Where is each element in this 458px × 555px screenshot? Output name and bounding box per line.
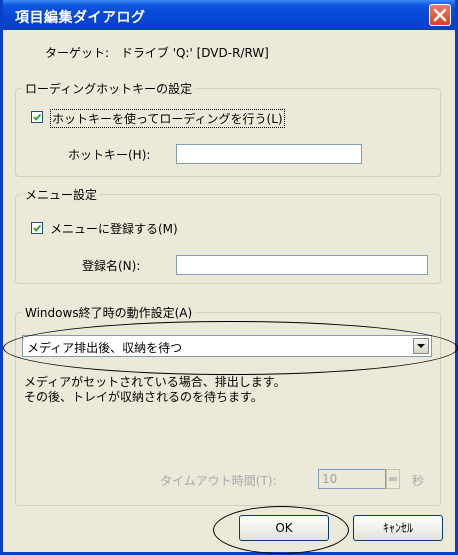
loading-hotkey-legend: ローディングホットキーの設定	[22, 80, 196, 97]
target-value: ドライブ 'Q:' [DVD-R/RW]	[120, 46, 269, 60]
hotkey-label: ホットキー(H):	[68, 148, 151, 162]
dropdown-arrow-button[interactable]	[413, 338, 429, 354]
target-label: ターゲット:	[45, 46, 110, 60]
description-line-1: メディアがセットされている場合、排出します。	[24, 375, 286, 389]
shutdown-action-value: メディア排出後、収納を待つ	[27, 341, 183, 355]
menu-settings-group: メニュー設定 メニューに登録する(M) 登録名(N):	[15, 186, 441, 284]
close-icon	[433, 8, 447, 22]
timeout-value: 10	[322, 472, 338, 486]
register-menu-checkbox[interactable]	[31, 222, 43, 234]
register-name-input[interactable]	[176, 255, 428, 275]
target-row: ターゲット: ドライブ 'Q:' [DVD-R/RW]	[45, 44, 277, 61]
hotkey-loading-checkbox-label[interactable]: ホットキーを使ってローディングを行う(L)	[50, 109, 285, 128]
register-name-label: 登録名(N):	[82, 259, 141, 273]
checkmark-icon	[33, 224, 42, 232]
register-menu-checkbox-label[interactable]: メニューに登録する(M)	[50, 220, 178, 237]
checkmark-icon	[33, 113, 42, 121]
chevron-down-icon	[417, 344, 425, 348]
timeout-label: タイムアウト時間(T):	[160, 474, 277, 488]
timeout-unit: 秒	[412, 474, 425, 488]
description-line-2: その後、トレイが収納されるのを待ちます。	[24, 390, 263, 404]
ok-button[interactable]: OK	[239, 515, 329, 541]
shutdown-action-select[interactable]: メディア排出後、収納を待つ	[22, 335, 432, 357]
shutdown-legend: Windows終了時の動作設定(A)	[22, 304, 196, 321]
cancel-button[interactable]: ｷｬﾝｾﾙ	[353, 515, 443, 541]
close-button[interactable]	[429, 4, 451, 26]
spinner-arrows-icon	[389, 477, 397, 481]
shutdown-description: メディアがセットされている場合、排出します。 その後、トレイが収納されるのを待ち…	[24, 375, 286, 405]
dialog-window: 項目編集ダイアログ ターゲット: ドライブ 'Q:' [DVD-R/RW] ロー…	[0, 0, 458, 555]
window-title: 項目編集ダイアログ	[15, 10, 146, 26]
shutdown-group: Windows終了時の動作設定(A) メディア排出後、収納を待つ メディアがセッ…	[15, 304, 441, 506]
menu-settings-legend: メニュー設定	[22, 186, 101, 203]
loading-hotkey-group: ローディングホットキーの設定 ホットキーを使ってローディングを行う(L) ホット…	[15, 80, 441, 177]
title-bar[interactable]: 項目編集ダイアログ	[3, 0, 455, 30]
hotkey-loading-checkbox[interactable]	[31, 111, 43, 123]
hotkey-input[interactable]	[176, 144, 362, 164]
timeout-spinner[interactable]	[386, 469, 400, 489]
timeout-input[interactable]: 10	[318, 469, 386, 489]
